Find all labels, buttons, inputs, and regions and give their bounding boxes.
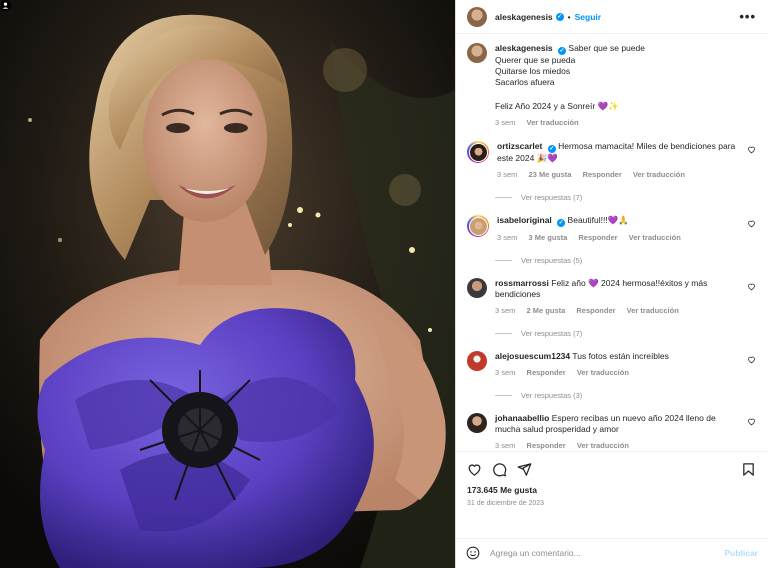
- post-header: aleskagenesis ✓ • Seguir •••: [456, 0, 768, 35]
- avatar-story-ring[interactable]: [467, 215, 489, 238]
- caption-time[interactable]: 3 sem: [495, 118, 515, 127]
- comment-username[interactable]: ortizscarlet: [497, 141, 542, 151]
- verified-icon: ✓: [558, 47, 567, 56]
- comment-body: alejosuescum1234 Tus fotos están increíb…: [495, 351, 756, 378]
- follow-button[interactable]: Seguir: [575, 12, 601, 22]
- comment-icon[interactable]: [492, 462, 507, 477]
- emoji-icon[interactable]: [466, 546, 480, 560]
- avatar[interactable]: [467, 43, 487, 64]
- verified-icon: ✓: [557, 219, 566, 228]
- translate-link[interactable]: Ver traducción: [577, 368, 629, 377]
- comment-item: alejosuescum1234 Tus fotos están increíb…: [467, 351, 756, 378]
- user-tag-icon[interactable]: [0, 0, 11, 11]
- likes-count[interactable]: 173.645 Me gusta: [467, 485, 756, 495]
- publish-button[interactable]: Publicar: [724, 548, 758, 558]
- comment-meta: 3 sem Responder Ver traducción: [495, 440, 738, 451]
- comment-item: ortizscarlet ✓ Hermosa mamacita! Miles d…: [467, 141, 756, 180]
- heart-icon[interactable]: [747, 219, 756, 228]
- comment-likes[interactable]: 23 Me gusta: [529, 170, 572, 179]
- comment-meta: 3 sem 3 Me gusta Responder Ver traducció…: [497, 232, 738, 243]
- reply-button[interactable]: Responder: [583, 170, 622, 179]
- comment-username[interactable]: isabeloriginal: [497, 215, 552, 225]
- instagram-post-modal: aleskagenesis ✓ • Seguir ••• aleskagenes…: [0, 0, 768, 568]
- caption-first-line: Saber que se puede: [568, 43, 645, 54]
- separator-dot: •: [567, 11, 571, 22]
- post-photo[interactable]: [0, 0, 455, 568]
- caption-line: Quitarse los miedos: [495, 66, 571, 77]
- comment-body: ortizscarlet ✓ Hermosa mamacita! Miles d…: [497, 141, 756, 180]
- heart-icon[interactable]: [747, 355, 756, 364]
- avatar[interactable]: [467, 351, 487, 372]
- heart-icon[interactable]: [747, 417, 756, 426]
- caption: aleskagenesis ✓ Saber que se puede Quere…: [467, 43, 756, 128]
- avatar-story-ring[interactable]: [467, 141, 489, 164]
- translate-link[interactable]: Ver traducción: [527, 118, 579, 127]
- post-side-panel: aleskagenesis ✓ • Seguir ••• aleskagenes…: [455, 0, 768, 568]
- comment-input[interactable]: [490, 548, 725, 559]
- post-actions: 173.645 Me gusta 31 de diciembre de 2023: [456, 451, 768, 537]
- avatar[interactable]: [467, 278, 487, 299]
- comment-meta: 3 sem 23 Me gusta Responder Ver traducci…: [497, 169, 738, 180]
- verified-icon: ✓: [555, 12, 564, 21]
- comment-meta: 3 sem 2 Me gusta Responder Ver traducció…: [495, 305, 738, 316]
- heart-icon[interactable]: [747, 145, 756, 154]
- translate-link[interactable]: Ver traducción: [629, 233, 681, 242]
- reply-button[interactable]: Responder: [527, 368, 566, 377]
- reply-button[interactable]: Responder: [576, 306, 615, 315]
- heart-icon[interactable]: [747, 282, 756, 291]
- comment-text: Tus fotos están increíbles: [572, 351, 669, 362]
- comment-likes[interactable]: 3 Me gusta: [529, 233, 568, 242]
- caption-closing: Feliz Año 2024 y a Sonreír 💜✨: [495, 101, 619, 112]
- avatar: [468, 142, 488, 162]
- post-author-username[interactable]: aleskagenesis: [495, 12, 553, 22]
- comment-item: rossmarrossi Feliz año 💜 2024 hermosa!!é…: [467, 278, 756, 316]
- comment-body: isabeloriginal ✓ Beautiful!!!💜🙏 3 sem 3 …: [497, 215, 756, 243]
- comment-item: johanaabellio Espero recibas un nuevo añ…: [467, 413, 756, 451]
- comment-time[interactable]: 3 sem: [495, 306, 515, 315]
- view-replies-button[interactable]: Ver respuestas (5): [495, 256, 756, 265]
- comment-username[interactable]: johanaabellio: [495, 413, 549, 423]
- view-replies-button[interactable]: Ver respuestas (7): [495, 329, 756, 338]
- caption-line: Querer que se pueda: [495, 55, 576, 66]
- translate-link[interactable]: Ver traducción: [577, 441, 629, 450]
- comment-time[interactable]: 3 sem: [497, 233, 517, 242]
- comment-text: Beautiful!!!💜🙏: [567, 215, 629, 226]
- comment-time[interactable]: 3 sem: [497, 170, 517, 179]
- comment-time[interactable]: 3 sem: [495, 441, 515, 450]
- avatar[interactable]: [467, 413, 487, 434]
- caption-line: Sacarlos afuera: [495, 77, 555, 88]
- comments-list[interactable]: aleskagenesis ✓ Saber que se puede Quere…: [456, 34, 768, 451]
- comment-item: isabeloriginal ✓ Beautiful!!!💜🙏 3 sem 3 …: [467, 215, 756, 243]
- avatar: [468, 216, 488, 236]
- comment-time[interactable]: 3 sem: [495, 368, 515, 377]
- share-icon[interactable]: [517, 462, 532, 477]
- action-icons-row: [467, 461, 756, 477]
- heart-icon[interactable]: [467, 462, 482, 477]
- comment-body: johanaabellio Espero recibas un nuevo añ…: [495, 413, 756, 451]
- translate-link[interactable]: Ver traducción: [627, 306, 679, 315]
- comment-body: rossmarrossi Feliz año 💜 2024 hermosa!!é…: [495, 278, 756, 316]
- more-icon[interactable]: •••: [739, 9, 756, 24]
- comment-username[interactable]: rossmarrossi: [495, 278, 549, 288]
- view-replies-button[interactable]: Ver respuestas (7): [495, 193, 756, 202]
- add-comment-bar: Publicar: [456, 537, 768, 568]
- comment-username[interactable]: alejosuescum1234: [495, 351, 570, 361]
- translate-link[interactable]: Ver traducción: [633, 170, 685, 179]
- reply-button[interactable]: Responder: [578, 233, 617, 242]
- caption-body: aleskagenesis ✓ Saber que se puede Quere…: [495, 43, 756, 128]
- post-date[interactable]: 31 de diciembre de 2023: [467, 500, 756, 507]
- portrait-photo-illustration: [0, 0, 455, 568]
- verified-icon: ✓: [547, 145, 556, 154]
- view-replies-button[interactable]: Ver respuestas (3): [495, 391, 756, 400]
- reply-button[interactable]: Responder: [527, 441, 566, 450]
- avatar[interactable]: [467, 6, 487, 27]
- comment-likes[interactable]: 2 Me gusta: [527, 306, 566, 315]
- bookmark-icon[interactable]: [741, 462, 756, 477]
- caption-username[interactable]: aleskagenesis: [495, 43, 553, 53]
- caption-meta: 3 sem Ver traducción: [495, 117, 756, 128]
- comment-meta: 3 sem Responder Ver traducción: [495, 367, 738, 378]
